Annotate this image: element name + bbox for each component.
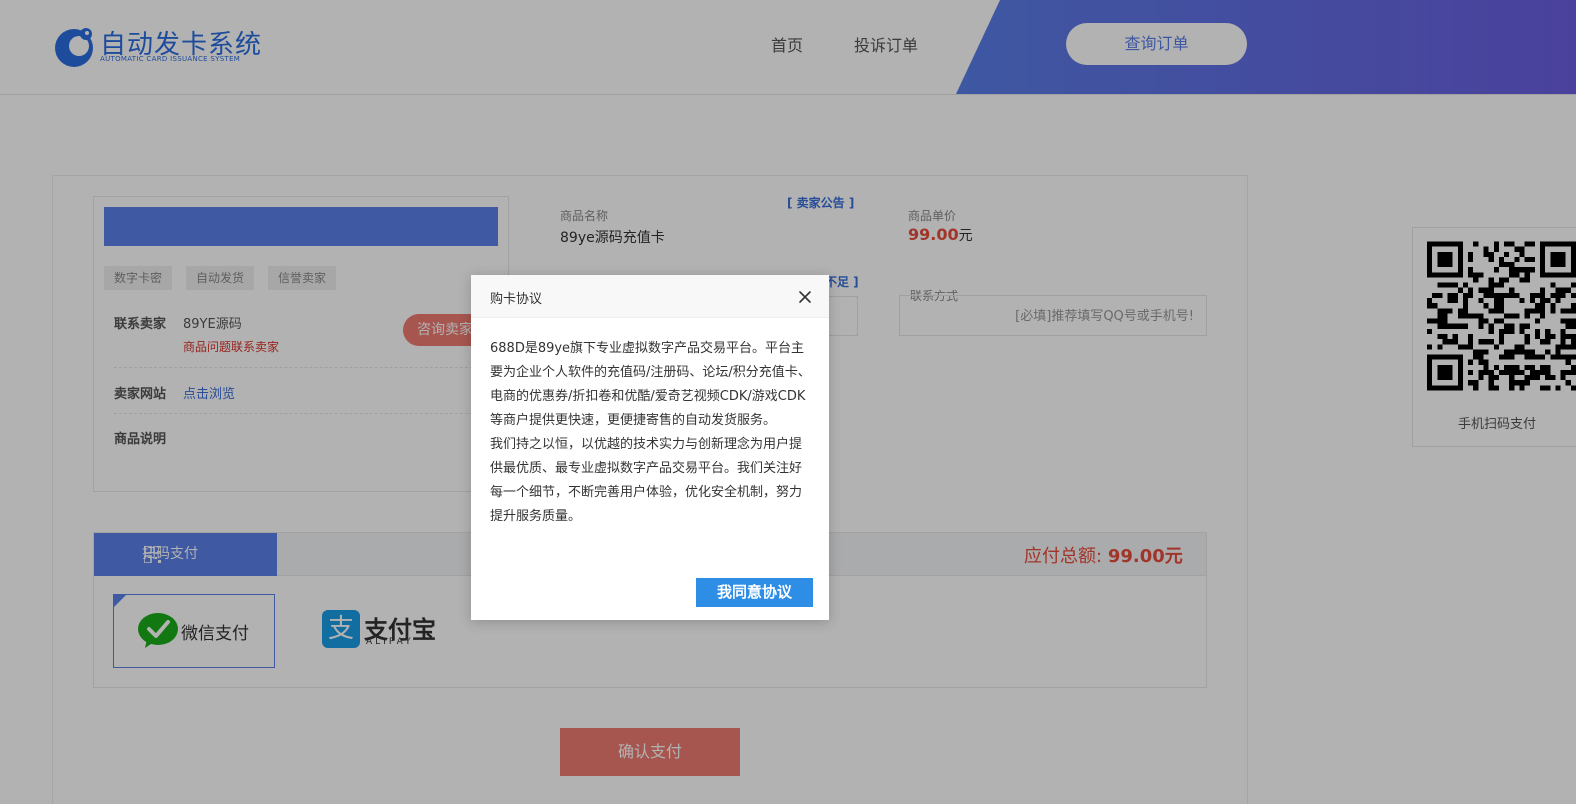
close-icon[interactable] xyxy=(795,287,815,307)
dialog-title: 购卡协议 xyxy=(490,292,543,307)
agreement-paragraph: 我们持之以恒，以优越的技术实力与创新理念为用户提供最优质、最专业虚拟数字产品交易… xyxy=(490,437,803,524)
dialog-body: 688D是89ye旗下专业虚拟数字产品交易平台。平台主要为企业个人软件的充值码/… xyxy=(490,337,812,529)
purchase-agreement-dialog: 购卡协议 688D是89ye旗下专业虚拟数字产品交易平台。平台主要为企业个人软件… xyxy=(471,275,829,620)
agreement-paragraph: 688D是89ye旗下专业虚拟数字产品交易平台。平台主要为企业个人软件的充值码/… xyxy=(490,341,811,428)
dialog-header: 购卡协议 xyxy=(471,275,829,318)
agree-button[interactable]: 我同意协议 xyxy=(696,578,813,607)
